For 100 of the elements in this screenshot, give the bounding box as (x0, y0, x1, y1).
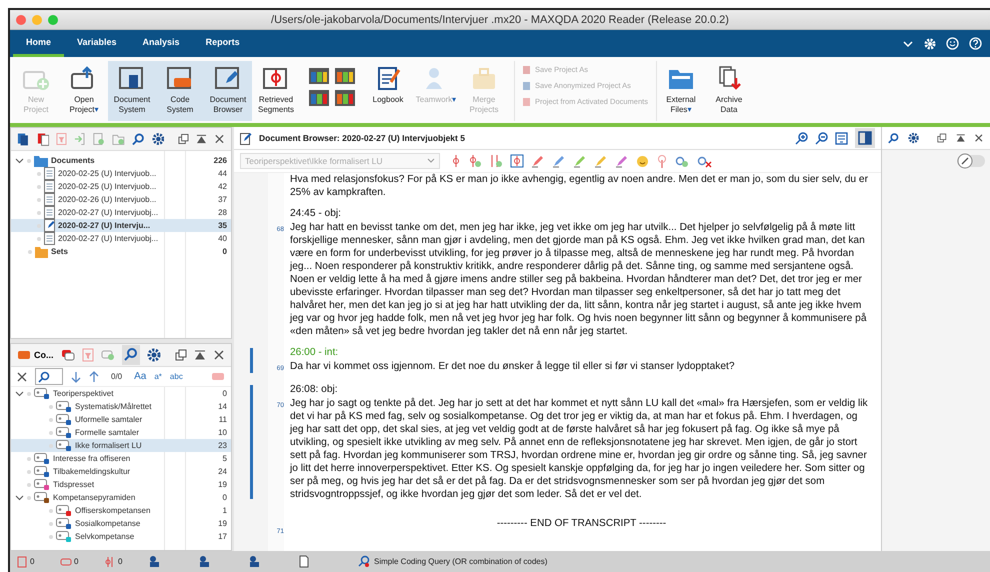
settings-icon[interactable] (146, 348, 160, 362)
close-icon[interactable] (974, 132, 984, 144)
close-icon[interactable] (17, 372, 27, 382)
wildcard-toggle[interactable]: a* (154, 372, 162, 381)
print-icon[interactable] (835, 132, 848, 144)
toggle-switch[interactable] (956, 153, 986, 169)
documents-icon[interactable] (36, 132, 50, 146)
tree-item[interactable]: Sets (51, 247, 194, 256)
user-icon[interactable] (248, 555, 260, 568)
search-icon[interactable] (888, 131, 900, 145)
search-icon (38, 370, 50, 382)
tree-item[interactable]: Interesse fra offiseren (53, 454, 194, 463)
count-label: 35 (217, 221, 227, 230)
minimize-dot[interactable] (32, 14, 42, 24)
ribbon-tab[interactable]: Analysis (130, 30, 193, 57)
arrow-up-icon[interactable] (89, 370, 99, 382)
user-icon[interactable] (148, 555, 160, 568)
tree-item[interactable]: 2020-02-27 (U) Intervju... (58, 221, 194, 230)
tree-item[interactable]: Systematisk/Målrettet (75, 402, 194, 411)
layout-icon[interactable] (308, 89, 330, 107)
tree-item[interactable]: Selvkompetanse (75, 532, 194, 541)
ribbon-button[interactable]: External Files▾ (656, 61, 705, 121)
tree-item[interactable]: Uformelle samtaler (75, 415, 194, 424)
close-icon[interactable] (213, 349, 225, 361)
search-icon[interactable] (132, 132, 145, 146)
unlink-icon[interactable] (697, 154, 712, 168)
tree-item[interactable]: 2020-02-27 (U) Intervjuobj... (58, 234, 194, 243)
tree-item[interactable]: 2020-02-25 (U) Intervjuob... (58, 182, 194, 191)
settings-icon[interactable] (152, 132, 164, 146)
highlighter-icon[interactable] (552, 154, 566, 168)
sidebar-toggle-icon[interactable] (855, 128, 875, 148)
ribbon-button[interactable]: Archive Data (704, 61, 753, 121)
tree-item[interactable]: 2020-02-27 (U) Intervjuobj... (58, 208, 194, 217)
whole-word-toggle[interactable]: abc (170, 372, 183, 381)
maximize-icon[interactable] (956, 132, 966, 144)
close-dot[interactable] (16, 14, 26, 24)
tree-item[interactable]: Tilbakemeldingskultur (53, 467, 194, 476)
ribbon-button[interactable]: Open Project▾ (60, 61, 108, 121)
tree-item[interactable]: Sosialkompetanse (75, 519, 194, 528)
undock-icon[interactable] (937, 132, 947, 144)
ribbon-button[interactable]: Retrieved Segments (252, 61, 300, 121)
code-tag-icon (56, 504, 72, 517)
user-icon[interactable] (198, 555, 210, 568)
ribbon-button[interactable]: Document System (108, 61, 156, 121)
chevron-down-icon[interactable] (15, 493, 24, 502)
document-icon[interactable] (298, 555, 310, 568)
undock-icon[interactable] (175, 349, 187, 361)
match-case-toggle[interactable]: Aa (134, 371, 146, 382)
count-label: 14 (217, 402, 227, 411)
layout-icon[interactable] (334, 89, 356, 107)
ribbon-button[interactable]: Code System (156, 61, 204, 121)
tree-item[interactable]: Teoriperspektivet (53, 389, 194, 398)
chevron-down-icon[interactable] (15, 389, 24, 398)
highlighter-icon[interactable] (573, 154, 587, 168)
smiley-icon[interactable] (946, 37, 959, 50)
codes-icon[interactable] (60, 348, 74, 362)
chevron-down-icon[interactable] (15, 156, 24, 165)
arrow-down-icon[interactable] (71, 370, 81, 382)
count-label: 17 (217, 532, 227, 541)
ribbon-tab[interactable]: Variables (64, 30, 130, 57)
search-icon[interactable] (122, 345, 140, 365)
tree-item[interactable]: Offiserskompetansen (75, 506, 194, 515)
highlighter-icon[interactable] (615, 154, 629, 168)
highlighter-icon[interactable] (594, 154, 608, 168)
tree-item[interactable]: Formelle samtaler (75, 428, 194, 437)
caret-icon (427, 158, 435, 164)
tree-item[interactable]: Kompetansepyramiden (53, 493, 194, 502)
settings-icon[interactable] (908, 131, 920, 145)
count-label: 5 (222, 454, 227, 463)
search-field[interactable] (35, 368, 63, 385)
layout-icon[interactable] (308, 67, 330, 85)
paragraph-text: Da har vi kommet oss igjennom. Er det noe du ønsker å legge til eller si før vi stanser lydopptaket? (290, 360, 736, 373)
zoom-in-icon[interactable] (795, 132, 808, 144)
zoom-dot[interactable] (48, 14, 58, 24)
maximize-icon[interactable] (196, 133, 208, 145)
close-icon[interactable] (214, 133, 226, 145)
code-marker-icon[interactable] (510, 154, 524, 168)
link-icon[interactable] (675, 154, 690, 168)
coding-stripe[interactable] (250, 348, 252, 373)
layout-icon[interactable] (334, 67, 356, 85)
ribbon-button[interactable]: Document Browser (204, 61, 252, 121)
help-icon[interactable] (969, 37, 982, 50)
tree-item[interactable]: Ikke formalisert LU (75, 441, 194, 450)
zoom-out-icon[interactable] (815, 132, 828, 144)
documents-icon[interactable] (17, 132, 30, 146)
ribbon-button[interactable]: Logbook (364, 61, 412, 121)
tree-item[interactable]: 2020-02-25 (U) Intervjuob... (58, 169, 194, 178)
code-marker-icon[interactable] (468, 154, 482, 168)
maximize-icon[interactable] (194, 349, 206, 361)
tree-item[interactable]: 2020-02-26 (U) Intervjuob... (58, 195, 194, 204)
tree-item[interactable]: Documents (51, 156, 194, 165)
smiley-icon[interactable] (636, 154, 649, 168)
code-marker-icon[interactable] (451, 154, 461, 168)
code-marker-icon[interactable] (656, 154, 668, 168)
undock-icon[interactable] (178, 133, 190, 145)
highlighter-icon[interactable] (531, 154, 545, 168)
ribbon-tab[interactable]: Reports (192, 30, 253, 57)
code-marker-icon[interactable] (489, 154, 503, 168)
tree-item[interactable]: Tidspresset (53, 480, 194, 489)
coding-stripe[interactable] (250, 385, 252, 499)
